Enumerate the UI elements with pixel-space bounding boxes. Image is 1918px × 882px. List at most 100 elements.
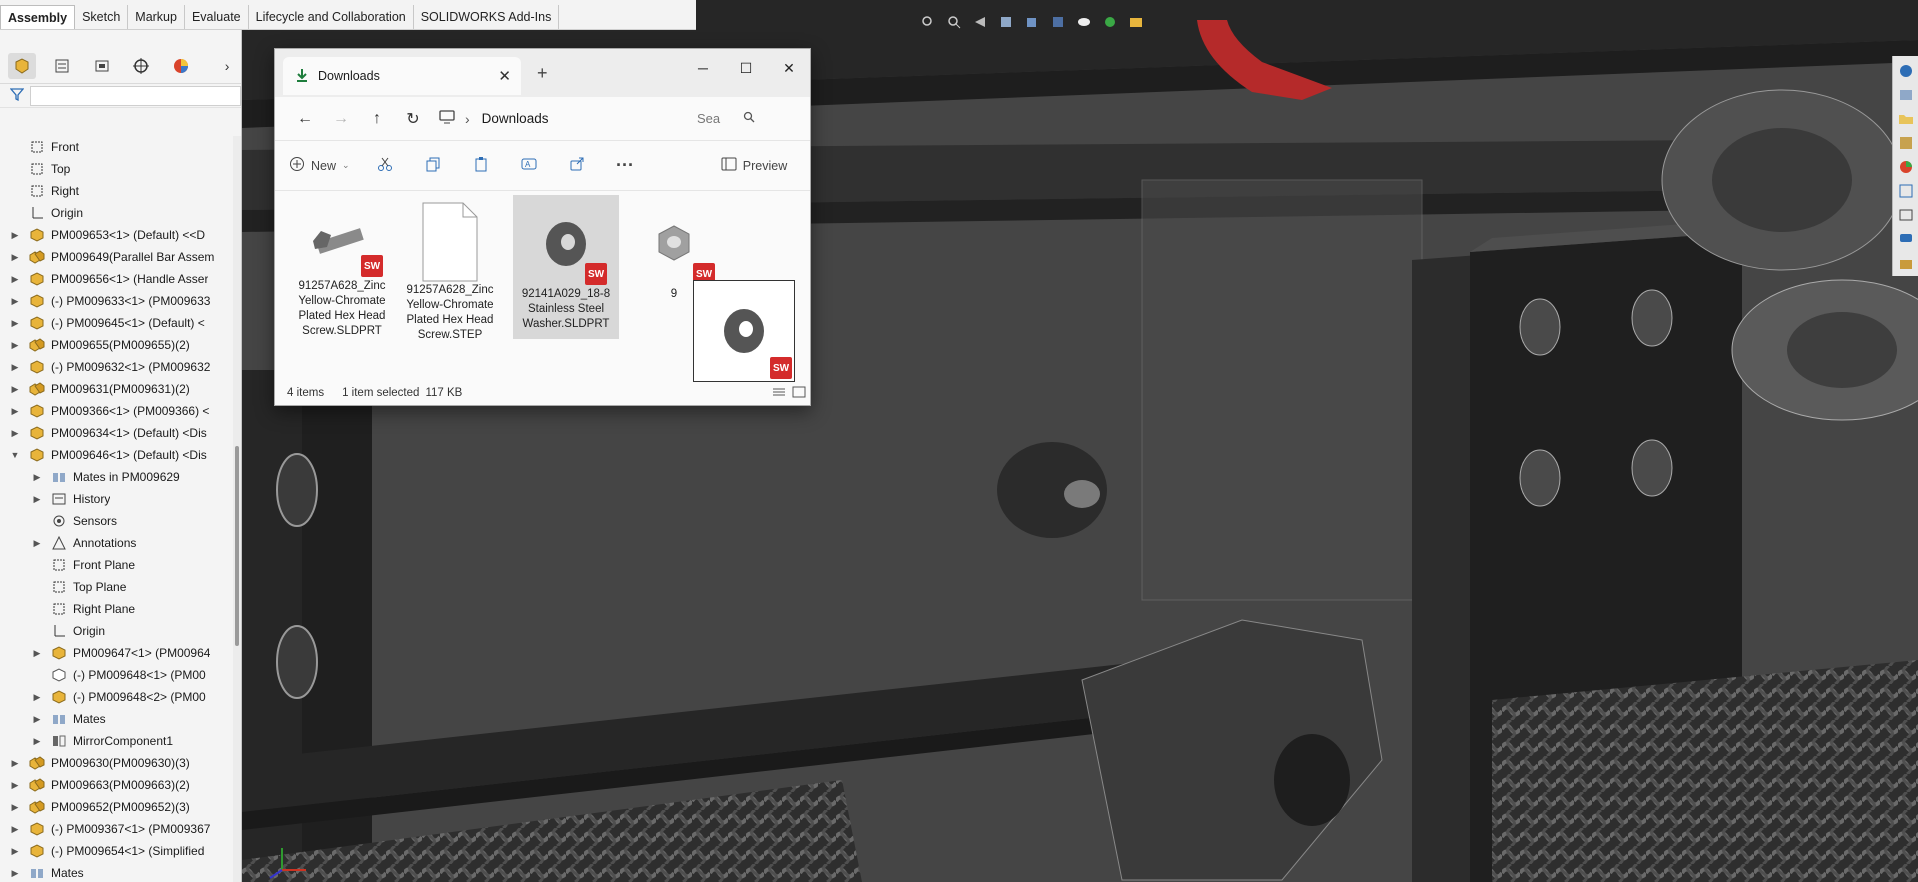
filter-icon[interactable] (9, 87, 25, 104)
tree-node[interactable]: ▶ History (0, 488, 232, 510)
tab-assembly[interactable]: Assembly (0, 5, 76, 29)
custom-properties-icon[interactable] (1897, 182, 1915, 200)
expand-arrow-icon[interactable]: ▶ (30, 692, 44, 703)
tree-node[interactable]: ▶ PM009655(PM009655)(2) (0, 334, 232, 356)
new-button[interactable]: New ⌄ (289, 151, 361, 181)
tree-node[interactable]: ▶ (-) PM009654<1> (Simplified (0, 840, 232, 862)
expand-arrow-icon[interactable]: ▶ (8, 252, 22, 263)
chat-icon[interactable] (1897, 230, 1915, 248)
tab-addins[interactable]: SOLIDWORKS Add-Ins (414, 5, 560, 29)
forward-arrow-icon[interactable]: → (323, 104, 359, 134)
expand-arrow-icon[interactable]: ▶ (8, 318, 22, 329)
solidworks-forum-icon[interactable] (1897, 206, 1915, 224)
large-icons-view-icon[interactable] (792, 386, 806, 401)
refresh-icon[interactable]: ↻ (395, 104, 431, 134)
tree-node[interactable]: ▶ PM009366<1> (PM009366) < (0, 400, 232, 422)
view-orientation-icon[interactable] (1024, 14, 1040, 30)
tree-node[interactable]: ▶ PM009656<1> (Handle Asser (0, 268, 232, 290)
tree-node[interactable]: ▶ PM009631(PM009631)(2) (0, 378, 232, 400)
collapse-arrow-icon[interactable]: ▼ (8, 450, 22, 460)
tree-node[interactable]: Sensors (0, 510, 232, 532)
tab-markup[interactable]: Markup (128, 5, 185, 29)
expand-arrow-icon[interactable]: ▶ (8, 340, 22, 351)
details-view-icon[interactable] (772, 386, 786, 401)
expand-arrow-icon[interactable]: ▶ (8, 406, 22, 417)
design-library-icon[interactable] (1897, 86, 1915, 104)
tree-node[interactable]: ▶ Annotations (0, 532, 232, 554)
expand-arrow-icon[interactable]: ▶ (30, 538, 44, 549)
close-tab-icon[interactable]: ✕ (498, 67, 511, 85)
configuration-manager-tab-icon[interactable] (88, 53, 116, 79)
display-manager-tab-icon[interactable] (167, 53, 195, 79)
expand-arrow-icon[interactable]: ▶ (30, 736, 44, 747)
minimize-button[interactable]: ─ (683, 53, 723, 83)
maximize-button[interactable]: ☐ (726, 53, 766, 83)
tree-node[interactable]: Right (0, 180, 232, 202)
paste-button[interactable] (457, 151, 505, 181)
search-box[interactable]: Sea (691, 104, 761, 134)
close-window-button[interactable]: ✕ (769, 53, 809, 83)
expand-arrow-icon[interactable]: ▶ (8, 824, 22, 835)
tree-node[interactable]: Origin (0, 620, 232, 642)
expand-arrow-icon[interactable]: ▶ (30, 472, 44, 483)
expand-arrow-icon[interactable]: ▶ (8, 846, 22, 857)
tree-node[interactable]: Top (0, 158, 232, 180)
tree-node[interactable]: ▶ Mates (0, 708, 232, 730)
file-explorer-icon[interactable] (1897, 110, 1915, 128)
tree-node[interactable]: ▶ PM009649(Parallel Bar Assem (0, 246, 232, 268)
expand-arrow-icon[interactable]: ▶ (8, 802, 22, 813)
tree-node[interactable]: ▶ PM009663(PM009663)(2) (0, 774, 232, 796)
expand-arrow-icon[interactable]: ▶ (30, 648, 44, 659)
tree-node[interactable]: ▶ (-) PM009633<1> (PM009633 (0, 290, 232, 312)
dimxpert-tab-icon[interactable] (127, 53, 155, 79)
expand-arrow-icon[interactable]: ▶ (8, 274, 22, 285)
panel-more-chevron-icon[interactable]: › (213, 53, 241, 79)
tree-node[interactable]: ▶ (-) PM009645<1> (Default) < (0, 312, 232, 334)
new-tab-icon[interactable]: + (537, 63, 548, 84)
tree-node[interactable]: ▶ PM009630(PM009630)(3) (0, 752, 232, 774)
tree-node[interactable]: Front (0, 136, 232, 158)
tree-node[interactable]: (-) PM009648<1> (PM00 (0, 664, 232, 686)
tree-node[interactable]: ▼ PM009646<1> (Default) <Dis (0, 444, 232, 466)
tab-lifecycle[interactable]: Lifecycle and Collaboration (249, 5, 414, 29)
apply-scene-icon[interactable] (1128, 14, 1144, 30)
previous-view-icon[interactable] (972, 14, 988, 30)
toolbox-icon[interactable] (1897, 254, 1915, 272)
expand-arrow-icon[interactable]: ▶ (8, 758, 22, 769)
expand-arrow-icon[interactable]: ▶ (8, 362, 22, 373)
back-arrow-icon[interactable]: ← (287, 104, 323, 134)
tree-node[interactable]: ▶ PM009647<1> (PM00964 (0, 642, 232, 664)
copy-button[interactable] (409, 151, 457, 181)
expand-arrow-icon[interactable]: ▶ (30, 494, 44, 505)
share-button[interactable] (553, 151, 601, 181)
feature-manager-tab-icon[interactable] (8, 52, 36, 79)
expand-arrow-icon[interactable]: ▶ (8, 428, 22, 439)
file-item[interactable]: 91257A628_Zinc Yellow-Chromate Plated He… (397, 195, 503, 341)
up-arrow-icon[interactable]: ↑ (359, 104, 395, 134)
tree-node[interactable]: Front Plane (0, 554, 232, 576)
tree-scrollbar[interactable] (233, 136, 241, 882)
section-view-icon[interactable] (998, 14, 1014, 30)
view-palette-icon[interactable] (1897, 134, 1915, 152)
expand-arrow-icon[interactable]: ▶ (8, 230, 22, 241)
property-manager-tab-icon[interactable] (48, 53, 76, 79)
expand-arrow-icon[interactable]: ▶ (8, 780, 22, 791)
expand-arrow-icon[interactable]: ▶ (30, 714, 44, 725)
tree-node[interactable]: Top Plane (0, 576, 232, 598)
edit-appearance-icon[interactable] (1102, 14, 1118, 30)
explorer-tab-downloads[interactable]: Downloads ✕ (283, 57, 521, 95)
tree-node[interactable]: ▶ MirrorComponent1 (0, 730, 232, 752)
tree-node[interactable]: ▶ (-) PM009367<1> (PM009367 (0, 818, 232, 840)
tree-node[interactable]: ▶ (-) PM009648<2> (PM00 (0, 686, 232, 708)
zoom-fit-icon[interactable] (920, 14, 936, 30)
preview-button[interactable]: Preview (714, 151, 794, 181)
file-item[interactable]: SW 91257A628_Zinc Yellow-Chromate Plated … (289, 195, 395, 339)
expand-arrow-icon[interactable]: ▶ (8, 384, 22, 395)
address-bar[interactable]: › Downloads (439, 104, 679, 134)
tree-filter-input[interactable] (30, 85, 241, 106)
display-style-icon[interactable] (1050, 14, 1066, 30)
expand-arrow-icon[interactable]: ▶ (8, 296, 22, 307)
solidworks-resources-icon[interactable] (1897, 62, 1915, 80)
tree-node[interactable]: Origin (0, 202, 232, 224)
expand-arrow-icon[interactable]: ▶ (8, 868, 22, 879)
